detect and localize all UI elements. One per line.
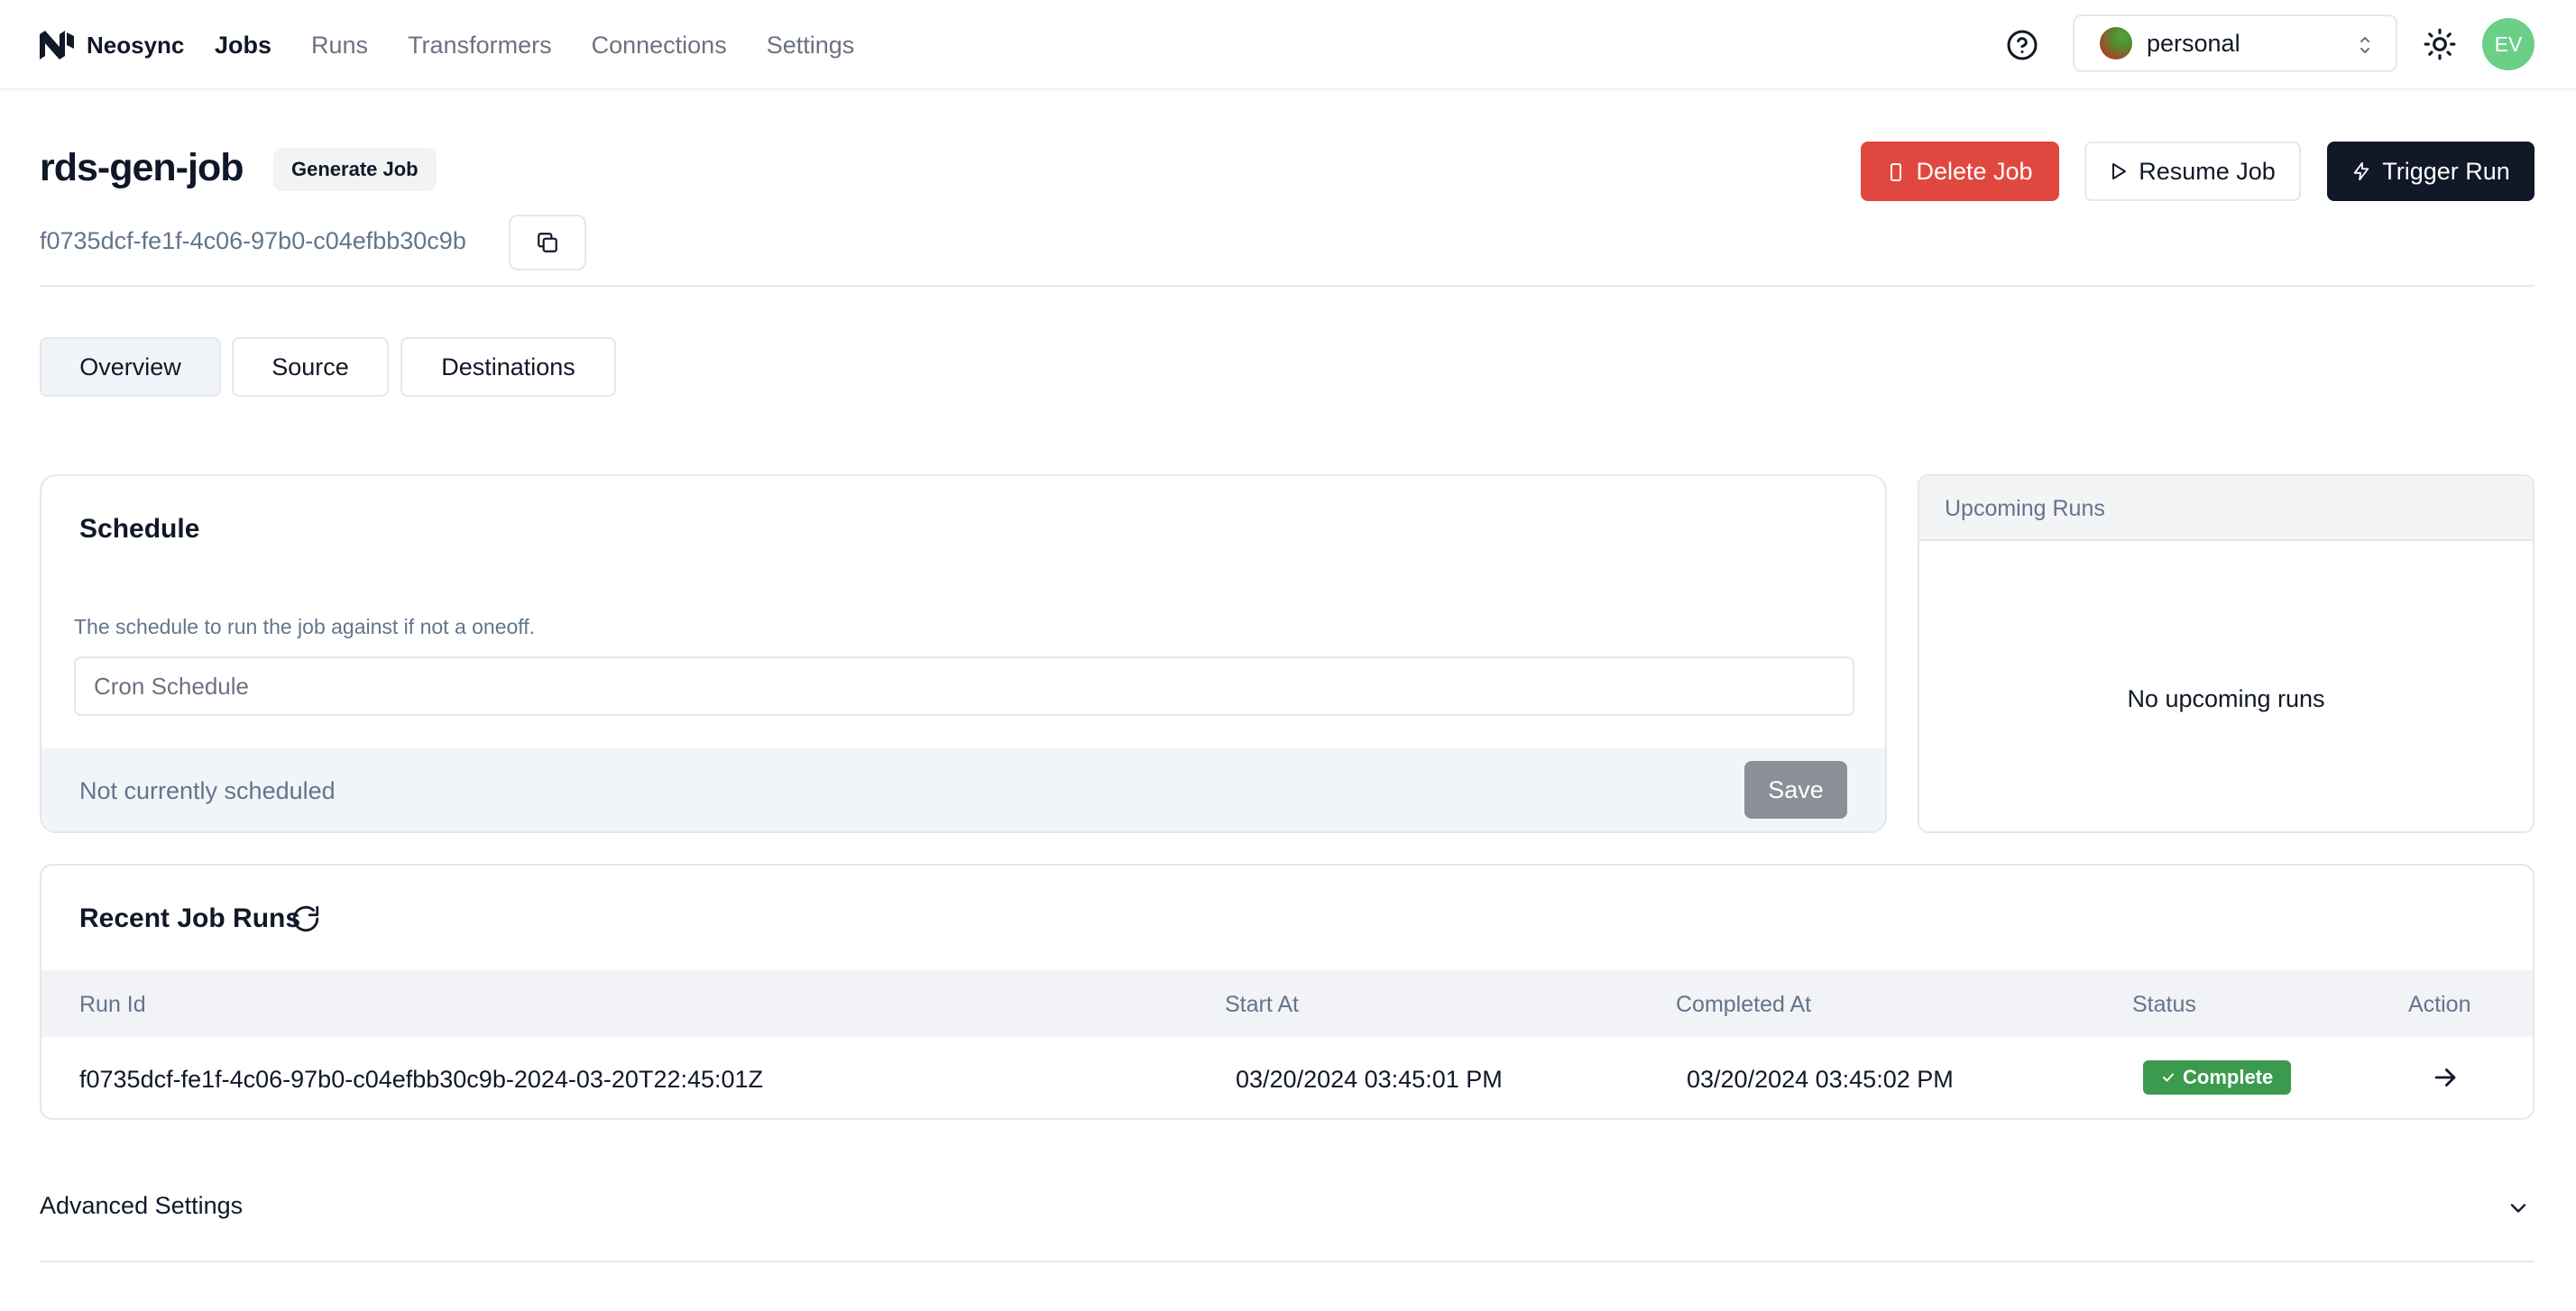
- advanced-settings-label: Advanced Settings: [40, 1192, 244, 1219]
- upcoming-runs-card: Upcoming Runs No upcoming runs: [1918, 474, 2535, 833]
- schedule-status: Not currently scheduled: [79, 777, 336, 804]
- trigger-run-label: Trigger Run: [2382, 157, 2510, 185]
- upcoming-runs-empty: No upcoming runs: [2127, 685, 2325, 712]
- upcoming-runs-header: Upcoming Runs: [1919, 476, 2533, 541]
- chevron-updown-icon: [2360, 37, 2369, 53]
- resume-job-label: Resume Job: [2139, 157, 2276, 185]
- page-title: rds-gen-job: [40, 146, 244, 189]
- job-type-badge: Generate Job: [273, 148, 437, 191]
- column-completed-at[interactable]: Completed At: [1676, 992, 1811, 1018]
- play-icon: [2112, 163, 2127, 179]
- tab-source[interactable]: Source: [232, 337, 389, 397]
- account-switcher[interactable]: personal: [2073, 14, 2397, 72]
- user-avatar[interactable]: EV: [2482, 18, 2535, 70]
- completed-at-cell: 03/20/2024 03:45:02 PM: [1687, 1066, 1954, 1093]
- cron-schedule-input[interactable]: [74, 656, 1854, 716]
- arrow-right-icon[interactable]: [2430, 1062, 2461, 1093]
- table-row[interactable]: f0735dcf-fe1f-4c06-97b0-c04efbb30c9b-202…: [41, 1037, 2533, 1118]
- job-id: f0735dcf-fe1f-4c06-97b0-c04efbb30c9b: [40, 227, 466, 254]
- tab-overview[interactable]: Overview: [40, 337, 221, 397]
- run-id-cell[interactable]: f0735dcf-fe1f-4c06-97b0-c04efbb30c9b-202…: [79, 1066, 763, 1094]
- delete-job-button[interactable]: Delete Job: [1861, 142, 2059, 201]
- upcoming-runs-title: Upcoming Runs: [1945, 496, 2105, 521]
- help-circle-icon[interactable]: [2006, 29, 2038, 61]
- advanced-settings-accordion[interactable]: Advanced Settings: [40, 1178, 2535, 1262]
- start-at-cell: 03/20/2024 03:45:01 PM: [1236, 1066, 1503, 1093]
- main-nav: Jobs Runs Transformers Connections Setti…: [215, 27, 854, 63]
- column-start-at[interactable]: Start At: [1225, 992, 1299, 1018]
- brand[interactable]: Neosync: [40, 27, 184, 63]
- delete-job-label: Delete Job: [1916, 157, 2033, 185]
- tab-destinations[interactable]: Destinations: [400, 337, 616, 397]
- header-divider: [40, 285, 2535, 287]
- account-avatar: [2100, 27, 2132, 60]
- chevron-down-icon: [2510, 1204, 2526, 1213]
- nav-item-runs[interactable]: Runs: [311, 32, 368, 60]
- save-button[interactable]: Save: [1744, 761, 1847, 819]
- account-name: personal: [2147, 29, 2240, 57]
- schedule-card: Schedule The schedule to run the job aga…: [40, 474, 1887, 833]
- resume-job-button[interactable]: Resume Job: [2084, 142, 2301, 201]
- check-icon: [2163, 1073, 2174, 1082]
- nav-item-connections[interactable]: Connections: [592, 32, 727, 60]
- schedule-footer: Not currently scheduled Save: [41, 748, 1885, 831]
- brand-name: Neosync: [87, 31, 185, 59]
- recent-job-runs-title: Recent Job Runs: [79, 903, 301, 933]
- schedule-title: Schedule: [79, 514, 200, 544]
- trigger-run-button[interactable]: Trigger Run: [2327, 142, 2535, 201]
- table-header: Run Id Start At Completed At Status Acti…: [41, 970, 2533, 1037]
- lightning-icon: [2353, 161, 2369, 181]
- sun-icon[interactable]: [2423, 27, 2457, 61]
- status-label: Complete: [2183, 1066, 2274, 1088]
- trash-icon: [1891, 163, 1902, 181]
- nav-item-settings[interactable]: Settings: [767, 32, 855, 60]
- column-run-id[interactable]: Run Id: [79, 992, 146, 1018]
- column-status[interactable]: Status: [2132, 992, 2196, 1018]
- copy-icon: [538, 233, 557, 252]
- status-badge: Complete: [2143, 1060, 2292, 1095]
- nav-item-transformers[interactable]: Transformers: [408, 32, 552, 60]
- top-navigation-bar: Neosync Jobs Runs Transformers Connectio…: [0, 0, 2576, 90]
- schedule-description: The schedule to run the job against if n…: [74, 615, 536, 638]
- nav-item-jobs[interactable]: Jobs: [215, 32, 271, 60]
- copy-id-button[interactable]: [509, 215, 586, 270]
- column-action: Action: [2408, 992, 2471, 1017]
- refresh-icon[interactable]: [290, 903, 321, 934]
- recent-job-runs-card: Recent Job Runs Run Id Start At Complete…: [40, 864, 2535, 1120]
- neosync-logo-icon: [40, 31, 74, 60]
